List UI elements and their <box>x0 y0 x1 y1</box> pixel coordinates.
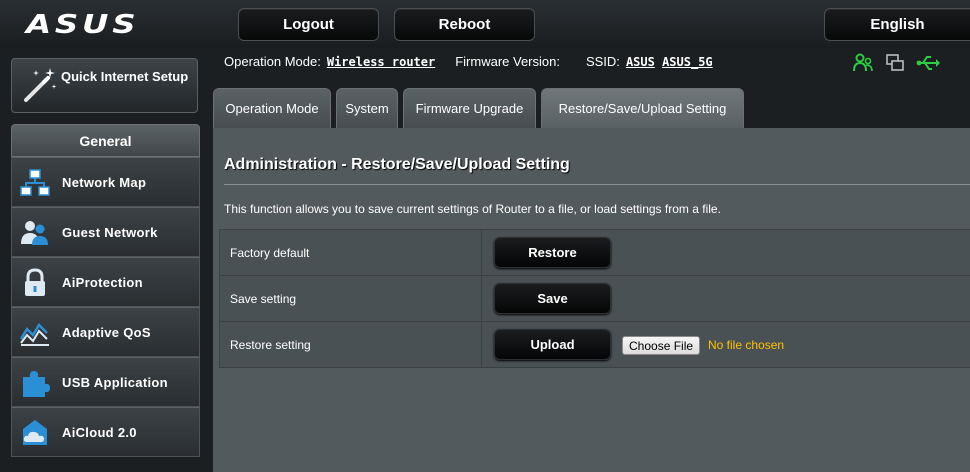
puzzle-icon <box>23 371 50 397</box>
tab-system[interactable]: System <box>336 88 398 128</box>
sidebar-item-aicloud[interactable]: AiCloud 2.0 <box>11 407 200 457</box>
settings-table: Factory default Restore Save setting Sav… <box>219 229 970 368</box>
save-button[interactable]: Save <box>494 283 611 314</box>
op-mode-label: Operation Mode: <box>224 54 321 69</box>
op-mode-link[interactable]: Wireless router <box>327 55 435 69</box>
title-divider <box>224 184 970 185</box>
usb-icon[interactable] <box>916 52 940 74</box>
quick-internet-setup-label: Quick Internet Setup <box>61 69 189 84</box>
row-divider <box>481 322 482 367</box>
sidebar-item-label: AiProtection <box>62 274 143 290</box>
sidebar-item-usb-application[interactable]: USB Application <box>11 357 200 407</box>
cloud-icon <box>23 420 47 445</box>
row-label: Save setting <box>230 291 297 306</box>
magic-wand-icon <box>24 68 57 102</box>
page-title: Administration - Restore/Save/Upload Set… <box>224 156 570 173</box>
status-icons <box>852 52 940 74</box>
sidebar-item-label: Guest Network <box>62 224 158 240</box>
general-section-header: General <box>11 124 200 157</box>
lock-icon <box>25 268 45 296</box>
status-line: Operation Mode: Wireless router Firmware V… <box>224 54 713 69</box>
choose-file-button[interactable]: Choose File <box>622 336 701 355</box>
upload-button[interactable]: Upload <box>494 329 611 360</box>
sidebar-item-adaptive-qos[interactable]: Adaptive QoS <box>11 307 200 357</box>
guest-network-icon <box>21 221 48 245</box>
network-map-icon <box>20 169 50 196</box>
asus-logo[interactable]: ASUS <box>26 10 139 40</box>
sidebar-item-guest-network[interactable]: Guest Network <box>11 207 200 257</box>
sidebar-menu: Network Map Guest Network AiProtection A… <box>11 157 200 457</box>
sidebar-item-label: Adaptive QoS <box>62 324 151 340</box>
logout-button[interactable]: Logout <box>238 8 379 41</box>
firmware-label: Firmware Version: <box>455 54 560 69</box>
top-bar: ASUS Logout Reboot English <box>0 0 970 48</box>
devices-icon[interactable] <box>884 52 906 74</box>
reboot-button[interactable]: Reboot <box>394 8 535 41</box>
file-status-text: No file chosen <box>708 338 785 352</box>
quick-internet-setup-button[interactable]: Quick Internet Setup <box>11 58 198 113</box>
content-panel: Administration - Restore/Save/Upload Set… <box>213 128 970 472</box>
sidebar-item-aiprotection[interactable]: AiProtection <box>11 257 200 307</box>
sidebar-item-label: AiCloud 2.0 <box>62 424 137 440</box>
row-divider <box>481 276 482 321</box>
settings-row-restore-setting: Restore setting Upload Choose File No fi… <box>219 322 970 368</box>
language-selector[interactable]: English <box>824 8 970 41</box>
settings-row-save-setting: Save setting Save <box>219 276 970 322</box>
ssid-label: SSID: <box>585 54 620 69</box>
sidebar-item-label: USB Application <box>62 374 168 390</box>
clients-icon[interactable] <box>852 52 874 74</box>
row-divider <box>481 230 482 275</box>
page-description: This function allows you to save current… <box>224 202 721 216</box>
tab-operation-mode[interactable]: Operation Mode <box>213 88 331 128</box>
row-label: Factory default <box>230 245 310 260</box>
restore-button[interactable]: Restore <box>494 237 611 268</box>
ssid-link-2g[interactable]: ASUS <box>626 55 655 69</box>
tab-restore-save-upload[interactable]: Restore/Save/Upload Setting <box>541 88 744 128</box>
qos-chart-icon <box>19 322 49 346</box>
settings-row-factory-default: Factory default Restore <box>219 230 970 276</box>
sidebar-item-label: Network Map <box>62 174 147 190</box>
ssid-link-5g[interactable]: ASUS_5G <box>662 55 713 69</box>
tab-firmware-upgrade[interactable]: Firmware Upgrade <box>403 88 536 128</box>
sidebar-item-network-map[interactable]: Network Map <box>11 157 200 207</box>
row-label: Restore setting <box>230 337 311 352</box>
